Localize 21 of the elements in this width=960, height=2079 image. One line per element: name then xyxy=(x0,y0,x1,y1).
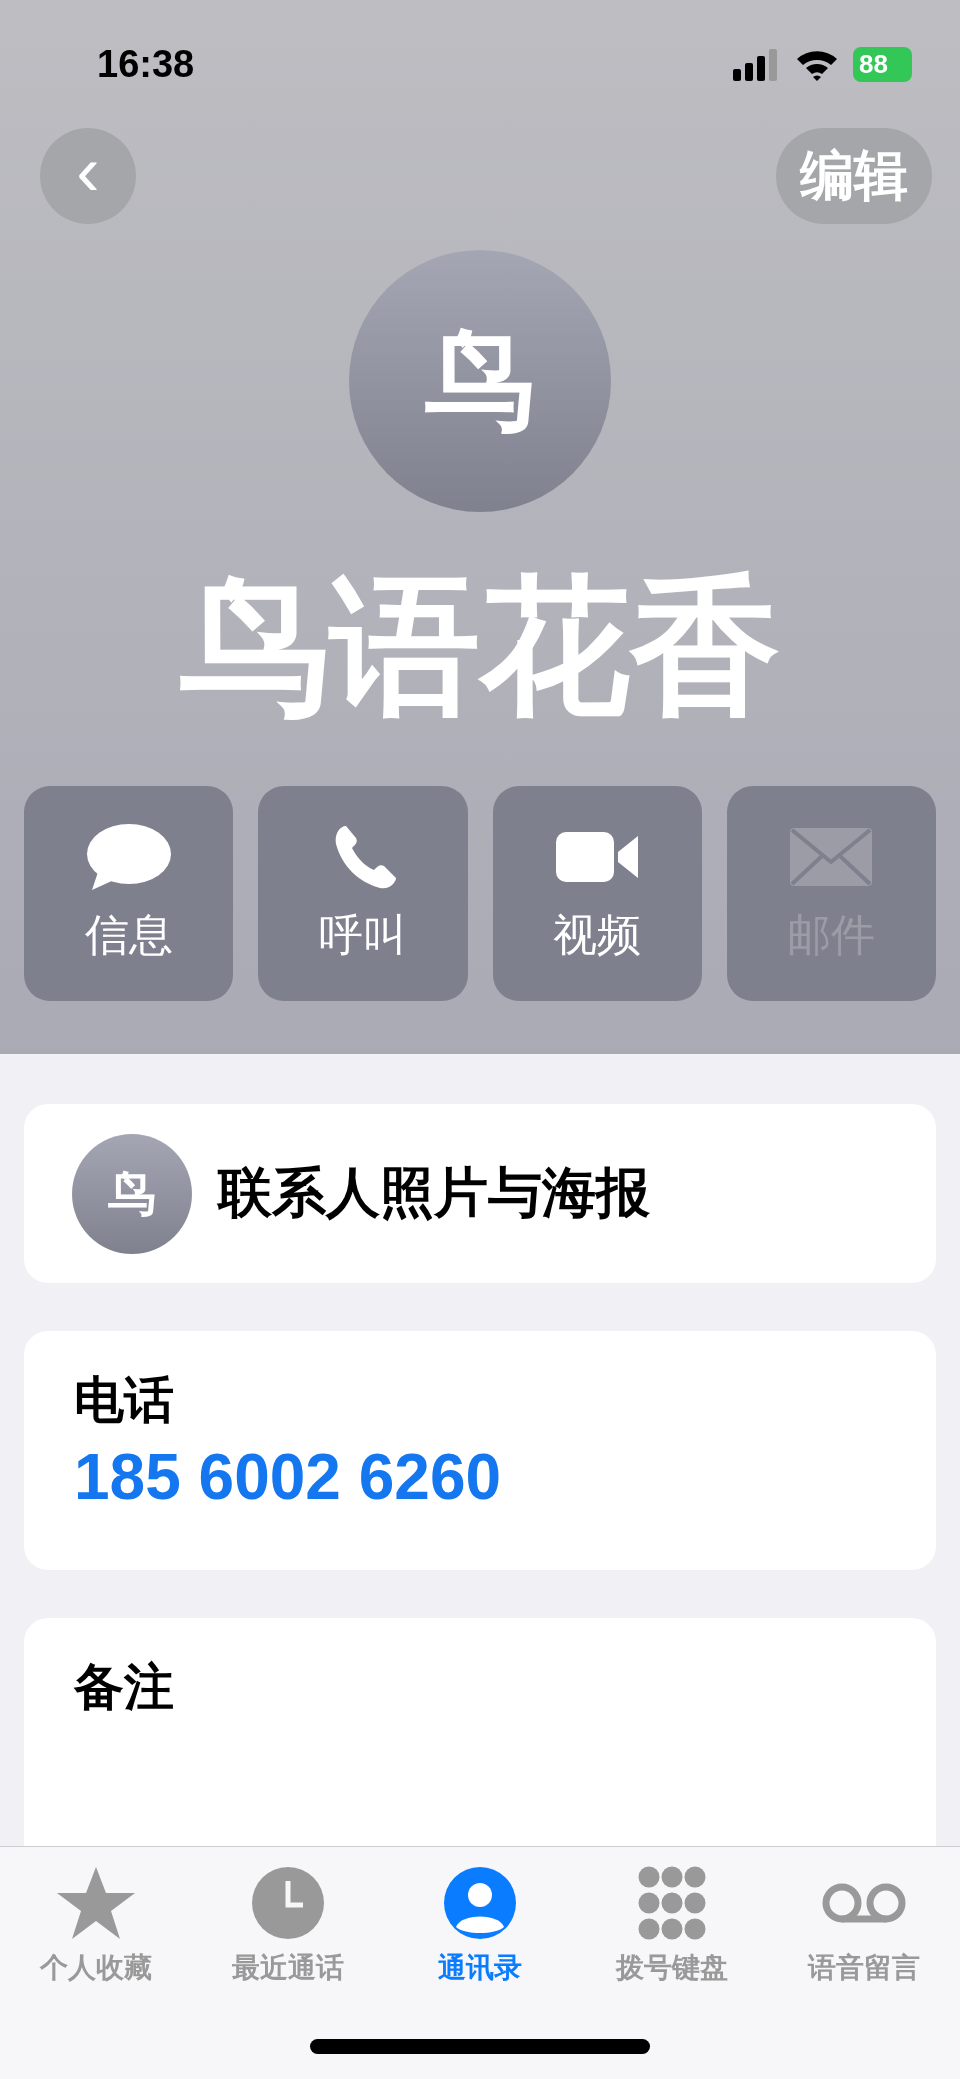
back-button[interactable]: ‹ xyxy=(40,128,136,224)
action-button[interactable]: 呼叫 xyxy=(258,786,468,1001)
poster-label: 联系人照片与海报 xyxy=(218,1160,650,1226)
tab[interactable]: 拨号键盘 xyxy=(576,1865,768,1987)
tab[interactable]: 语音留言 xyxy=(768,1865,960,1987)
poster-card[interactable]: 鸟 联系人照片与海报 xyxy=(24,1104,936,1283)
tab[interactable]: 个人收藏 xyxy=(0,1865,192,1987)
battery-indicator: 88 xyxy=(853,46,912,82)
contact-name: 鸟语花香 xyxy=(180,558,780,735)
contact-avatar: 鸟 xyxy=(72,1133,192,1254)
action-button[interactable]: 视频 xyxy=(492,786,702,1001)
phone-number-link[interactable]: 185 6002 6260 xyxy=(74,1440,886,1514)
tab[interactable]: 最近通话 xyxy=(192,1865,384,1987)
edit-button[interactable]: 编辑 xyxy=(776,128,932,224)
notes-card[interactable]: 备注 xyxy=(24,1618,936,1846)
notes-label: 备注 xyxy=(74,1657,175,1718)
tab[interactable]: 通讯录 xyxy=(384,1865,576,1987)
contact-avatar: 鸟 xyxy=(349,250,611,512)
phone-label: 电话 xyxy=(74,1370,175,1431)
action-button[interactable]: 信息 xyxy=(24,786,234,1001)
status-time: 16:38 xyxy=(97,42,195,86)
